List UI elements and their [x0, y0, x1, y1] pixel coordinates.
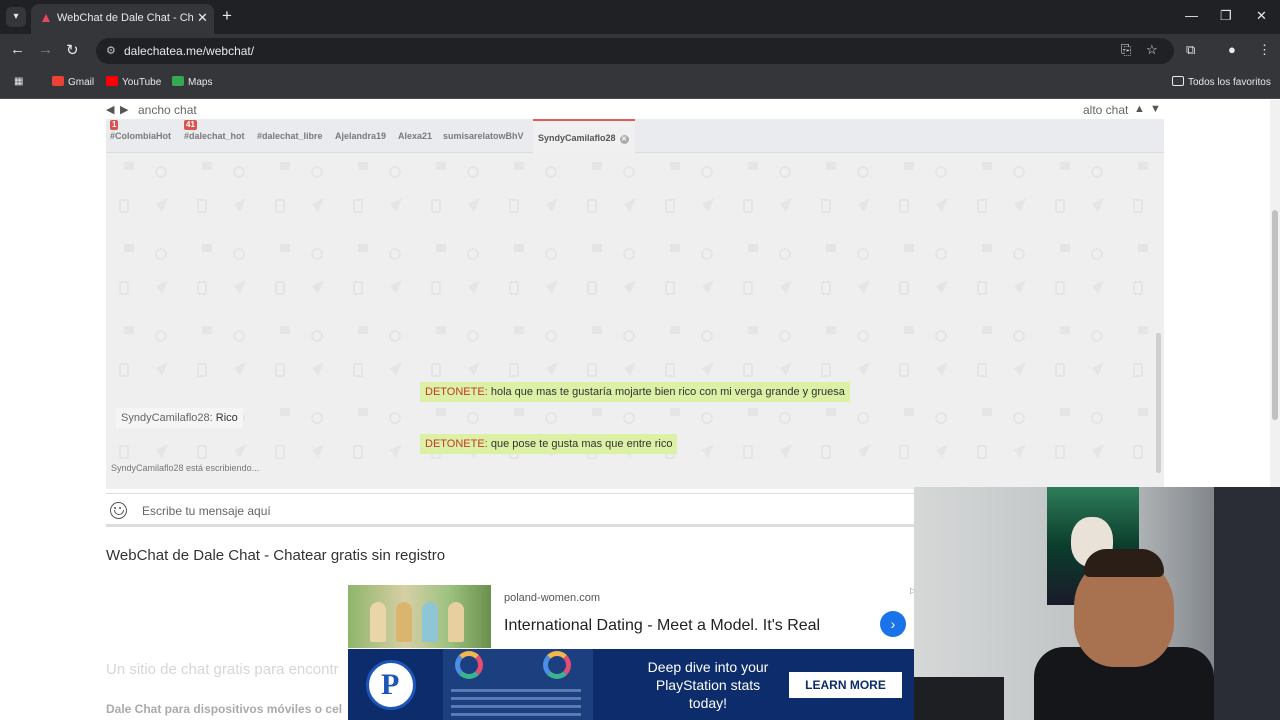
- gmail-icon: [52, 76, 64, 86]
- site-favicon-icon: [42, 14, 50, 22]
- webcam-overlay: [914, 487, 1280, 720]
- extensions-icon[interactable]: ⧉: [1186, 42, 1195, 58]
- address-bar[interactable]: ⚙ dalechatea.me/webchat/ ⎘ ☆: [96, 38, 1174, 64]
- minimize-icon[interactable]: —: [1185, 8, 1198, 23]
- message-text: Rico: [215, 412, 238, 424]
- height-label: alto chat: [1083, 103, 1129, 117]
- folder-icon: [1172, 76, 1184, 86]
- message-nick[interactable]: DETONETE:: [425, 438, 488, 450]
- playstation-stats-ad[interactable]: P Deep dive into your PlayStation stats …: [348, 649, 914, 720]
- chat-tab-ajelandra19[interactable]: Ajelandra19: [335, 131, 386, 141]
- bookmarks-bar: ▦ Gmail YouTube Maps Todos los favoritos: [0, 67, 1280, 99]
- intro-bold-text: Dale Chat para dispositivos móviles o ce…: [106, 702, 343, 716]
- page-scroll-thumb[interactable]: [1272, 210, 1278, 420]
- ad-copy: Deep dive into your PlayStation stats to…: [647, 659, 769, 711]
- new-tab-icon[interactable]: +: [222, 6, 232, 26]
- back-icon[interactable]: ←: [10, 41, 25, 58]
- chat-tab-sumisarelatowbhv[interactable]: sumisarelatowBhV: [443, 131, 524, 141]
- tab-close-icon[interactable]: ✕: [197, 10, 208, 26]
- unread-badge: 1: [110, 120, 119, 130]
- ad-domain[interactable]: poland-women.com: [504, 592, 600, 604]
- message-text: que pose te gusta mas que entre rico: [490, 438, 673, 450]
- message-nick[interactable]: DETONETE:: [425, 386, 488, 398]
- message-nick[interactable]: SyndyCamilaflo28:: [121, 412, 213, 424]
- typing-indicator: SyndyCamilaflo28 está escribiendo...: [111, 463, 260, 473]
- message-text: hola que mas te gustaría mojarte bien ri…: [490, 386, 845, 398]
- ad-go-arrow-icon[interactable]: ›: [880, 611, 906, 637]
- height-increase-icon[interactable]: ▲: [1134, 103, 1145, 115]
- menu-kebab-icon[interactable]: ⋮: [1258, 42, 1271, 58]
- reload-icon[interactable]: ↻: [66, 41, 79, 59]
- site-info-icon[interactable]: ⚙: [106, 44, 116, 57]
- tab-search-button[interactable]: ▾: [6, 7, 26, 27]
- chat-message: SyndyCamilaflo28: Rico: [116, 408, 243, 428]
- maps-icon: [172, 76, 184, 86]
- message-input[interactable]: [142, 501, 902, 521]
- url-text[interactable]: dalechatea.me/webchat/: [124, 44, 254, 58]
- width-decrease-icon[interactable]: ◀: [106, 103, 114, 116]
- width-label: ancho chat: [138, 103, 197, 117]
- ad-headline[interactable]: International Dating - Meet a Model. It'…: [504, 617, 820, 635]
- youtube-icon: [106, 76, 118, 86]
- chat-message: DETONETE: que pose te gusta mas que entr…: [420, 434, 678, 454]
- message-composer: [106, 493, 916, 527]
- profile-avatar-icon[interactable]: ●: [1228, 42, 1236, 57]
- chat-tab-dalechat-hot[interactable]: #dalechat_hot: [184, 131, 245, 141]
- restore-icon[interactable]: ❐: [1220, 8, 1232, 24]
- chat-window: #ColombiaHot 1 #dalechat_hot 41 #dalecha…: [106, 119, 1164, 489]
- unread-badge: 41: [184, 120, 197, 130]
- install-app-icon[interactable]: ⎘: [1121, 42, 1131, 58]
- dating-ad[interactable]: poland-women.com International Dating - …: [348, 585, 914, 648]
- height-decrease-icon[interactable]: ▼: [1150, 103, 1161, 115]
- emoji-icon[interactable]: [110, 502, 127, 519]
- close-chat-tab-icon[interactable]: ✕: [619, 135, 629, 144]
- browser-tab-bar: ▾ WebChat de Dale Chat - Chatear gratis …: [0, 0, 1280, 34]
- bookmark-maps[interactable]: Maps: [172, 76, 212, 88]
- chat-tab-colombiahot[interactable]: #ColombiaHot: [110, 131, 171, 141]
- chat-message: DETONETE: hola que mas te gustaría mojar…: [420, 382, 850, 402]
- intro-text: Un sitio de chat gratis para encontr: [106, 661, 339, 678]
- learn-more-button[interactable]: LEARN MORE: [789, 672, 902, 698]
- browser-tab[interactable]: WebChat de Dale Chat - Chatear gratis si…: [31, 4, 214, 34]
- close-window-icon[interactable]: ✕: [1256, 8, 1267, 24]
- chat-tab-dalechat-libre[interactable]: #dalechat_libre: [257, 131, 323, 141]
- bookmark-gmail[interactable]: Gmail: [52, 76, 94, 88]
- chat-scrollbar[interactable]: [1156, 333, 1161, 473]
- chat-tab-alexa21[interactable]: Alexa21: [398, 131, 432, 141]
- browser-toolbar: ← → ↻ ⚙ dalechatea.me/webchat/ ⎘ ☆ ⧉ ● ⋮: [0, 34, 1280, 67]
- width-increase-icon[interactable]: ▶: [120, 103, 128, 116]
- chat-size-controls: ◀ ▶ ancho chat alto chat ▲ ▼: [106, 101, 1164, 119]
- ad-image: [348, 585, 491, 648]
- tab-title: WebChat de Dale Chat - Chatear gratis si…: [57, 12, 193, 24]
- chat-tabs: #ColombiaHot 1 #dalechat_hot 41 #dalecha…: [106, 119, 1164, 153]
- ad-dashboard-image: [443, 649, 593, 720]
- ad-logo: P: [366, 660, 416, 710]
- all-bookmarks[interactable]: Todos los favoritos: [1172, 76, 1271, 88]
- bookmark-youtube[interactable]: YouTube: [106, 76, 161, 88]
- apps-grid-icon[interactable]: ▦: [14, 76, 23, 87]
- chat-tab-syndycamilaflo28[interactable]: SyndyCamilaflo28 ✕: [533, 119, 635, 153]
- bookmark-star-icon[interactable]: ☆: [1146, 42, 1158, 58]
- page-title: WebChat de Dale Chat - Chatear gratis si…: [106, 547, 446, 564]
- forward-icon[interactable]: →: [38, 41, 53, 58]
